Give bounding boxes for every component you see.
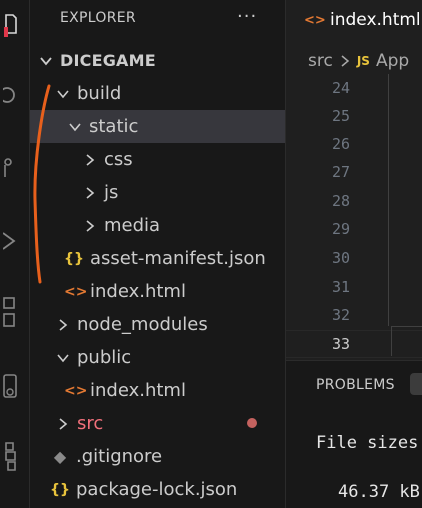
tree-item-build-index-html[interactable]: <> index.html (30, 275, 285, 308)
chevron-right-icon (339, 54, 351, 68)
folder-label: css (104, 149, 133, 170)
line-number: 25 (331, 107, 350, 125)
chevron-right-icon (82, 185, 98, 201)
line-number-gutter: 24 25 26 27 28 29 30 31 32 33 (286, 74, 422, 359)
breadcrumb: src JS App (286, 44, 422, 78)
tree-item-css[interactable]: css (30, 143, 285, 176)
explorer-title: EXPLORER (60, 10, 136, 26)
file-label: index.html (90, 281, 186, 302)
tab-label: index.html (330, 10, 421, 30)
folder-label: js (104, 182, 119, 203)
activity-bar (0, 0, 30, 508)
json-file-icon: {} (50, 481, 70, 498)
folder-label: node_modules (77, 314, 208, 335)
chevron-right-icon (82, 218, 98, 234)
breadcrumb-folder[interactable]: src (308, 51, 333, 71)
line-number: 29 (331, 220, 350, 238)
project-root[interactable]: DICEGAME (30, 44, 285, 77)
line-number: 28 (331, 192, 350, 210)
editor-area: <> index.html src JS App 24 25 26 27 28 … (285, 0, 422, 508)
file-label: .gitignore (76, 446, 163, 467)
json-file-icon: {} (64, 250, 84, 267)
terminal-line: 46.37 kB (338, 482, 420, 502)
tree-item-public-index-html[interactable]: <> index.html (30, 374, 285, 407)
breadcrumb-file[interactable]: App (376, 51, 409, 71)
tree-item-public[interactable]: public (30, 341, 285, 374)
chevron-right-icon (55, 416, 71, 432)
git-file-icon: ◆ (53, 447, 67, 466)
run-debug-icon[interactable] (0, 228, 22, 254)
more-actions-button[interactable]: ··· (237, 6, 257, 27)
explorer-header: EXPLORER ··· (30, 0, 285, 38)
file-label: asset-manifest.json (90, 248, 266, 269)
chevron-down-icon (38, 53, 54, 69)
folder-label: static (89, 116, 139, 137)
file-label: index.html (90, 380, 186, 401)
terminal-line: File sizes (316, 433, 419, 453)
tree-item-package-lock[interactable]: {} package-lock.json (30, 473, 285, 506)
html-file-icon: <> (304, 12, 326, 28)
explorer-sidebar: EXPLORER ··· DICEGAME build static css j… (30, 0, 285, 508)
tree-item-src[interactable]: src (30, 407, 285, 440)
line-number: 31 (331, 278, 350, 296)
html-file-icon: <> (64, 382, 88, 399)
tree-item-gitignore[interactable]: ◆ .gitignore (30, 440, 285, 473)
line-number: 30 (331, 249, 350, 267)
tree-item-node-modules[interactable]: node_modules (30, 308, 285, 341)
file-label: package-lock.json (76, 479, 238, 500)
source-control-icon[interactable] (0, 154, 22, 180)
tab-problems[interactable]: PROBLEMS (316, 377, 395, 393)
folder-label: public (77, 347, 132, 368)
chevron-right-icon (55, 317, 71, 333)
folder-label: media (104, 215, 161, 236)
tab-bar: <> index.html (286, 0, 422, 40)
line-number: 27 (331, 163, 350, 181)
tree-item-asset-manifest[interactable]: {} asset-manifest.json (30, 242, 285, 275)
line-number-current: 33 (331, 335, 350, 353)
line-number: 32 (331, 306, 350, 324)
line-number: 26 (331, 135, 350, 153)
chevron-right-icon (82, 152, 98, 168)
html-file-icon: <> (64, 283, 88, 300)
explorer-files-icon[interactable] (0, 10, 22, 40)
modified-indicator (247, 418, 257, 428)
tree-item-static[interactable]: static (30, 110, 285, 143)
folder-label: src (77, 413, 104, 434)
chevron-down-icon (55, 350, 71, 366)
tree-item-build[interactable]: build (30, 77, 285, 110)
project-name: DICEGAME (60, 51, 156, 70)
remote-explorer-icon[interactable] (0, 372, 22, 406)
folder-label: build (77, 83, 122, 104)
panel-badge (410, 373, 422, 395)
tree-item-js[interactable]: js (30, 176, 285, 209)
chevron-down-icon (67, 119, 83, 135)
tree-item-media[interactable]: media (30, 209, 285, 242)
chevron-down-icon (55, 86, 71, 102)
extensions-icon[interactable] (0, 296, 22, 332)
tab-index-html[interactable]: <> index.html (286, 0, 422, 40)
search-icon[interactable] (0, 82, 22, 108)
bottom-panel: PROBLEMS File sizes 46.37 kB (286, 360, 422, 508)
python-icon[interactable] (0, 440, 22, 474)
line-number: 24 (331, 79, 350, 97)
js-file-icon: JS (356, 54, 370, 68)
